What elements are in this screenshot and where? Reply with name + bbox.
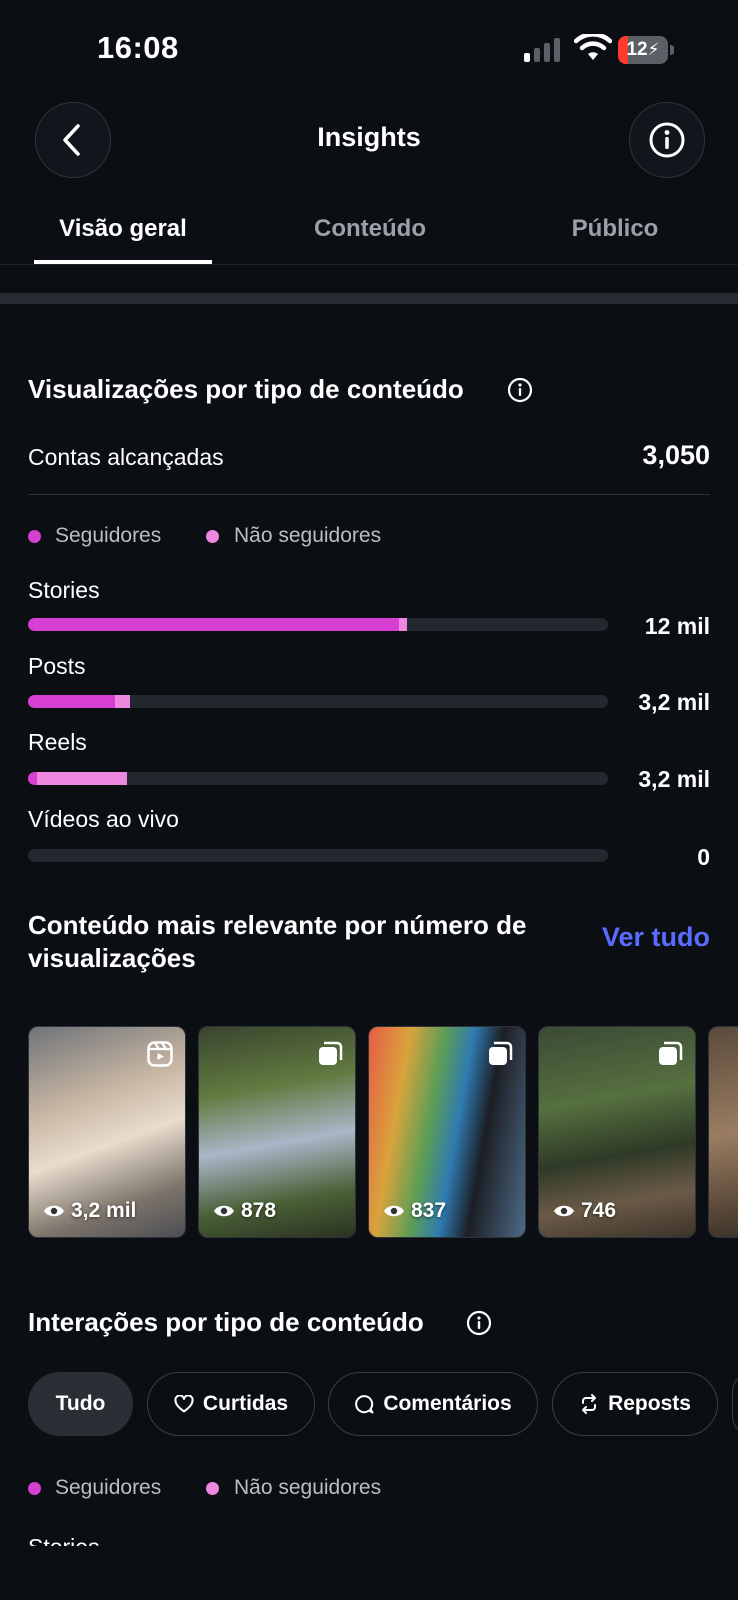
reach-value: 3,050 <box>642 440 710 470</box>
row-label-live: Vídeos ao vivo <box>28 806 179 832</box>
carousel-icon <box>489 1041 513 1065</box>
bar-non-followers-fill <box>115 695 131 708</box>
info-icon <box>649 122 685 158</box>
thumbnail-views: 746 <box>553 1199 616 1223</box>
bar-followers-fill <box>28 772 37 785</box>
bar-non-followers-fill <box>399 618 407 631</box>
page-title: Insights <box>317 122 421 152</box>
content-thumbnail[interactable]: 837 <box>368 1026 526 1238</box>
non-followers-legend-dot <box>206 530 219 543</box>
filter-chip-more[interactable] <box>732 1372 738 1436</box>
chip-label: Comentários <box>383 1392 512 1415</box>
legend-followers: Seguidores <box>55 1476 162 1499</box>
carousel-icon <box>659 1041 683 1065</box>
row-value-posts: 3,2 mil <box>638 689 710 715</box>
divider <box>28 494 710 495</box>
reach-label: Contas alcançadas <box>28 444 224 470</box>
row-value-live: 0 <box>697 844 710 870</box>
tab-content[interactable]: Conteúdo <box>290 215 450 243</box>
views-count: 837 <box>411 1199 447 1222</box>
content-thumbnail[interactable]: 878 <box>198 1026 356 1238</box>
row-value-reels: 3,2 mil <box>638 766 710 792</box>
battery-level: 12 <box>626 39 648 60</box>
thumbnail-views: 3,2 mil <box>43 1199 136 1223</box>
filter-chip-all[interactable]: Tudo <box>28 1372 133 1436</box>
chip-label: Tudo <box>55 1392 106 1415</box>
thumbnail-views: 878 <box>213 1199 276 1223</box>
row-label-stories: Stories <box>28 1532 100 1546</box>
wifi-icon <box>574 34 612 60</box>
content-thumbnail[interactable] <box>708 1026 738 1238</box>
filter-chip-reposts[interactable]: Reposts <box>552 1372 718 1436</box>
heart-icon <box>174 1395 194 1413</box>
row-label-reels: Reels <box>28 729 87 755</box>
interactions-section-title: Interações por tipo de conteúdo <box>28 1307 424 1337</box>
info-icon[interactable] <box>507 377 533 403</box>
filter-chip-likes[interactable]: Curtidas <box>147 1372 315 1436</box>
bar-reels <box>28 772 608 785</box>
content-thumbnail[interactable]: 746 <box>538 1026 696 1238</box>
views-count: 746 <box>581 1199 617 1222</box>
tabs-divider <box>0 264 738 265</box>
thumbnail-views: 837 <box>383 1199 446 1223</box>
legend-followers: Seguidores <box>55 524 162 547</box>
comment-icon <box>355 1395 374 1414</box>
filter-chip-comments[interactable]: Comentários <box>328 1372 538 1436</box>
eye-icon <box>44 1205 64 1217</box>
status-time: 16:08 <box>97 30 179 65</box>
followers-legend-dot <box>28 530 41 543</box>
see-all-link[interactable]: Ver tudo <box>602 922 710 953</box>
cellular-signal-icon <box>524 38 560 62</box>
bar-posts <box>28 695 608 708</box>
legend-non-followers: Não seguidores <box>234 524 382 547</box>
tab-overview[interactable]: Visão geral <box>34 215 212 243</box>
info-button[interactable] <box>629 102 705 178</box>
non-followers-legend-dot <box>206 1482 219 1495</box>
repost-icon <box>582 1394 597 1414</box>
row-value-stories: 12 mil <box>644 613 710 639</box>
views-section-title: Visualizações por tipo de conteúdo <box>28 374 464 404</box>
row-label-posts: Posts <box>28 653 86 679</box>
views-count: 3,2 mil <box>71 1199 137 1222</box>
legend-non-followers: Não seguidores <box>234 1476 382 1499</box>
bar-followers-fill <box>28 695 115 708</box>
section-separator <box>0 293 738 304</box>
eye-icon <box>214 1205 234 1217</box>
eye-icon <box>554 1205 574 1217</box>
battery-icon: 12⚡ <box>618 36 674 64</box>
chip-label: Reposts <box>608 1392 691 1415</box>
views-count: 878 <box>241 1199 277 1222</box>
reel-icon <box>147 1041 173 1067</box>
info-icon[interactable] <box>466 1310 492 1336</box>
bar-non-followers-fill <box>36 772 127 785</box>
followers-legend-dot <box>28 1482 41 1495</box>
content-thumbnail[interactable]: 3,2 mil <box>28 1026 186 1238</box>
bar-followers-fill <box>28 618 400 631</box>
chip-label: Curtidas <box>202 1392 289 1415</box>
top-content-title: Conteúdo mais relevante por número de vi… <box>28 910 527 973</box>
row-label-stories: Stories <box>28 577 100 603</box>
carousel-icon <box>319 1041 343 1065</box>
tab-audience[interactable]: Público <box>540 215 690 243</box>
bar-live <box>28 849 608 862</box>
bar-stories <box>28 618 608 631</box>
eye-icon <box>384 1205 404 1217</box>
